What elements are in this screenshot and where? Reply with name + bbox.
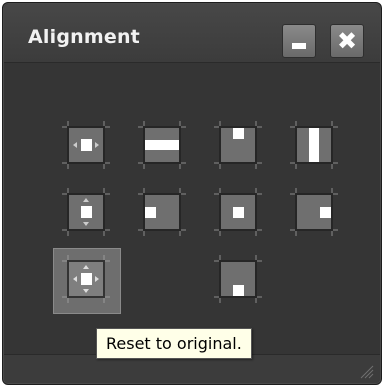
align-center-button[interactable] — [214, 188, 262, 236]
align-right-icon — [290, 188, 338, 236]
title-bar[interactable]: Alignment ✖ — [4, 4, 380, 63]
center-both-icon — [62, 121, 110, 169]
vertical-stretch-icon — [290, 121, 338, 169]
close-button[interactable]: ✖ — [330, 24, 364, 58]
center-horizontal-stretch-button[interactable] — [138, 121, 186, 169]
panel-title: Alignment — [28, 26, 140, 48]
tooltip: Reset to original. — [96, 328, 252, 359]
center-vertical-stretch-button[interactable] — [290, 121, 338, 169]
align-bottom-button[interactable] — [214, 255, 262, 303]
minimize-icon — [292, 43, 306, 49]
reset-to-original-button[interactable] — [62, 255, 110, 303]
align-left-button[interactable] — [138, 188, 186, 236]
align-left-icon — [138, 188, 186, 236]
horizontal-stretch-icon — [138, 121, 186, 169]
minimize-button[interactable] — [282, 24, 316, 58]
reset-original-icon — [62, 255, 110, 303]
align-top-icon — [214, 121, 262, 169]
center-vertical-arrows-button[interactable] — [62, 188, 110, 236]
resize-grip-icon[interactable] — [358, 363, 374, 379]
align-right-button[interactable] — [290, 188, 338, 236]
vertical-arrows-icon — [62, 188, 110, 236]
align-center-icon — [214, 188, 262, 236]
close-icon: ✖ — [336, 27, 358, 55]
center-both-button[interactable] — [62, 121, 110, 169]
align-top-button[interactable] — [214, 121, 262, 169]
align-bottom-icon — [214, 255, 262, 303]
